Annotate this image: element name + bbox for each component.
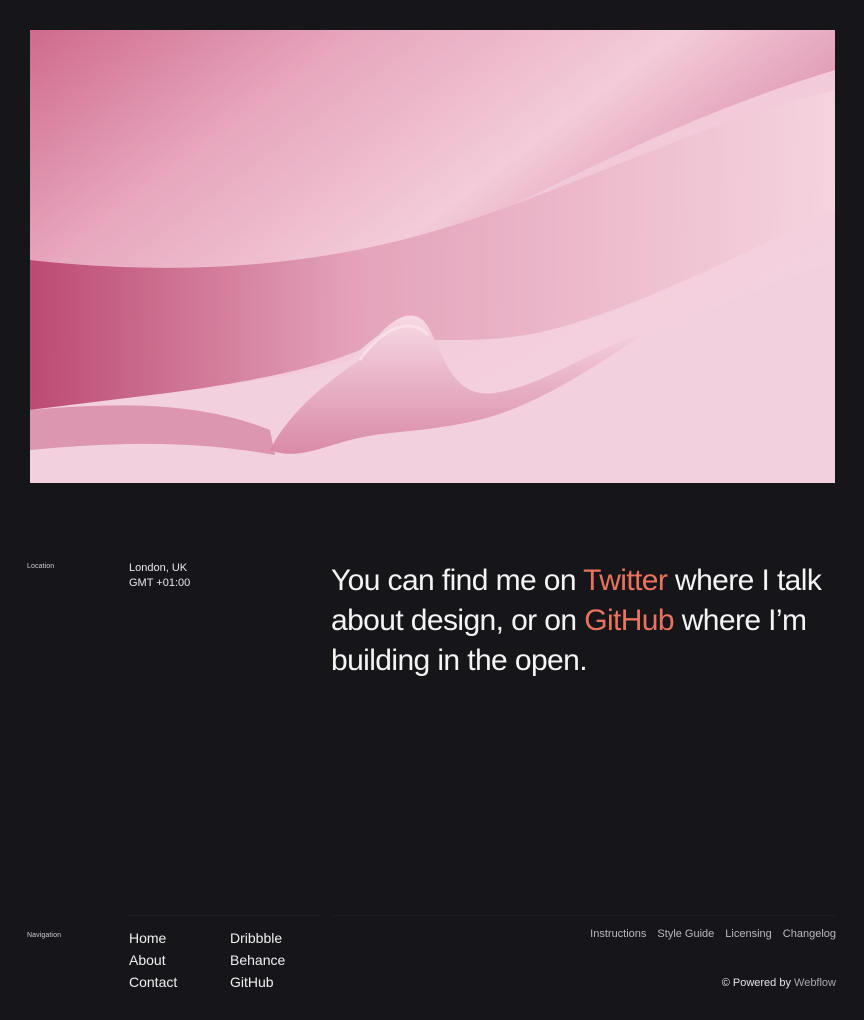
nav-link-about[interactable]: About (129, 949, 177, 971)
contact-statement: You can find me on Twitter where I talk … (331, 561, 841, 681)
fabric-illustration (30, 30, 835, 483)
nav-link-home[interactable]: Home (129, 927, 177, 949)
footer-meta-links: Instructions Style Guide Licensing Chang… (590, 928, 836, 940)
page: Location London, UK GMT +01:00 You can f… (0, 0, 864, 1020)
footer-link-instructions[interactable]: Instructions (590, 928, 646, 940)
powered-by-text: © Powered by (721, 977, 795, 989)
nav-link-behance[interactable]: Behance (230, 949, 285, 971)
location-details: London, UK GMT +01:00 (129, 561, 190, 591)
nav-column-social: Dribbble Behance GitHub (230, 927, 285, 993)
location-city: London, UK (129, 562, 188, 574)
powered-by: © Powered by Webflow (722, 977, 836, 989)
github-link[interactable]: GitHub (584, 604, 674, 637)
footer-link-style-guide[interactable]: Style Guide (657, 928, 714, 940)
footer-link-changelog[interactable]: Changelog (783, 928, 836, 940)
location-label: Location (27, 563, 55, 570)
webflow-link[interactable]: Webflow (794, 977, 836, 989)
footer-link-licensing[interactable]: Licensing (725, 928, 771, 940)
footer-divider-left (127, 915, 320, 916)
nav-link-dribbble[interactable]: Dribbble (230, 927, 285, 949)
hero-image (30, 30, 835, 483)
footer-divider-right (331, 915, 837, 916)
statement-text-1: You can find me on (331, 564, 584, 597)
location-timezone: GMT +01:00 (129, 577, 191, 589)
nav-column-pages: Home About Contact (129, 927, 177, 993)
twitter-link[interactable]: Twitter (583, 564, 668, 597)
navigation-label: Navigation (27, 932, 62, 939)
nav-link-contact[interactable]: Contact (129, 971, 177, 993)
nav-link-github[interactable]: GitHub (230, 971, 285, 993)
